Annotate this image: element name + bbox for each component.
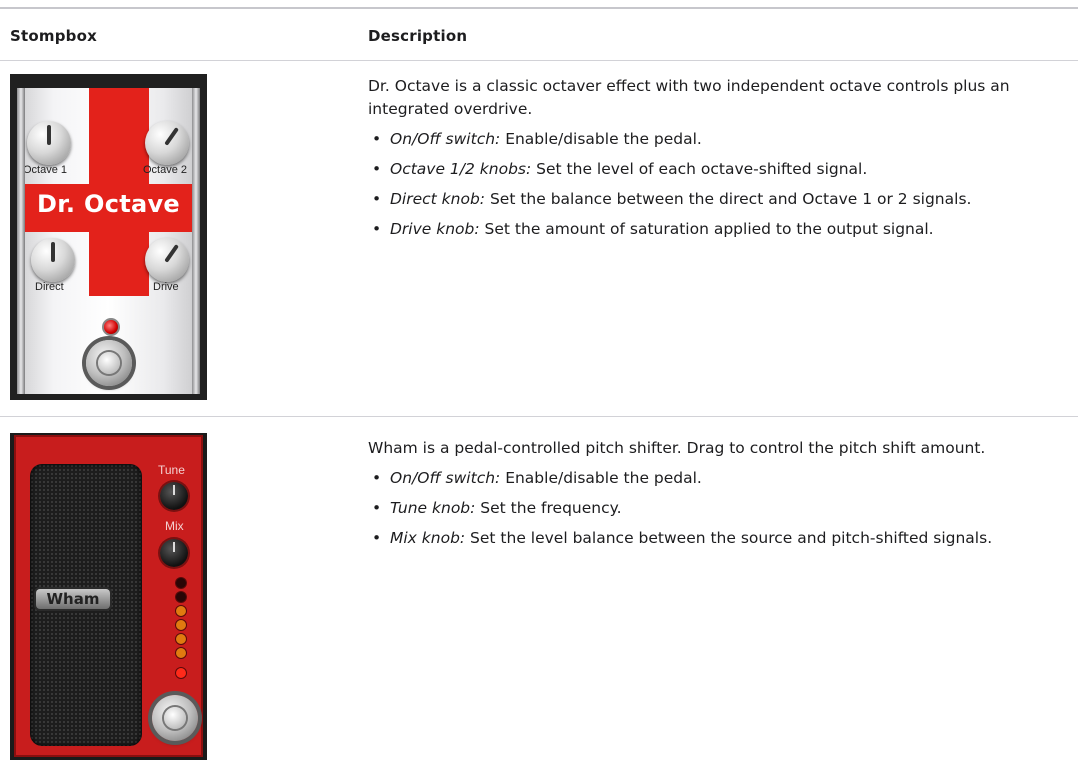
mix-knob-label: Mix [165, 519, 184, 533]
pedal-side-rail-left [17, 88, 25, 394]
wham-description: Wham is a pedal-controlled pitch shifter… [368, 437, 1058, 557]
pedal-side-rail-right [192, 88, 200, 394]
item-text: Set the balance between the direct and O… [485, 190, 972, 208]
dr-octave-description: Dr. Octave is a classic octaver effect w… [368, 75, 1058, 248]
dr-octave-feature-list: On/Off switch: Enable/disable the pedal.… [368, 128, 1058, 241]
item-term: Tune knob: [390, 499, 476, 517]
item-term: Direct knob: [390, 190, 486, 208]
list-item: Mix knob: Set the level balance between … [368, 527, 1058, 550]
level-led [176, 592, 186, 602]
wham-pedal-image: Wham Tune Mix [10, 433, 207, 760]
column-header-description: Description [368, 27, 468, 45]
mix-knob [160, 539, 188, 567]
dr-octave-pedal-title: Dr. Octave [36, 190, 181, 218]
direct-knob [31, 238, 75, 282]
level-led [176, 648, 186, 658]
list-item: Tune knob: Set the frequency. [368, 497, 1058, 520]
list-item: Drive knob: Set the amount of saturation… [368, 218, 1058, 241]
item-text: Enable/disable the pedal. [500, 469, 702, 487]
wham-intro: Wham is a pedal-controlled pitch shifter… [368, 439, 986, 457]
item-text: Enable/disable the pedal. [500, 130, 702, 148]
row-divider [0, 416, 1078, 417]
level-led [176, 606, 186, 616]
level-led [176, 578, 186, 588]
wham-badge: Wham [36, 589, 110, 609]
wham-pedal-body: Wham Tune Mix [14, 435, 203, 757]
power-led [102, 318, 120, 336]
list-item: Direct knob: Set the balance between the… [368, 188, 1058, 211]
dr-octave-intro: Dr. Octave is a classic octaver effect w… [368, 77, 1010, 118]
header-divider [0, 60, 1078, 61]
table-top-rule [0, 7, 1078, 9]
power-led [176, 668, 186, 678]
item-text: Set the level balance between the source… [465, 529, 993, 547]
item-term: Octave 1/2 knobs: [390, 160, 532, 178]
drive-knob [145, 238, 189, 282]
level-led [176, 620, 186, 630]
footswitch-icon [152, 695, 198, 741]
item-term: Drive knob: [390, 220, 480, 238]
octave2-knob-label: Octave 2 [143, 164, 188, 176]
item-text: Set the amount of saturation applied to … [479, 220, 934, 238]
tune-knob-label: Tune [158, 463, 185, 477]
drive-knob-label: Drive [153, 281, 179, 293]
dr-octave-pedal-body: Dr. Octave Octave 1 Octave 2 Direct Driv… [17, 88, 200, 394]
item-term: On/Off switch: [390, 130, 501, 148]
footswitch-icon [86, 340, 132, 386]
item-term: On/Off switch: [390, 469, 501, 487]
list-item: Octave 1/2 knobs: Set the level of each … [368, 158, 1058, 181]
item-text: Set the level of each octave-shifted sig… [531, 160, 868, 178]
octave2-knob [145, 121, 189, 165]
item-text: Set the frequency. [475, 499, 622, 517]
octave1-knob [27, 121, 71, 165]
direct-knob-label: Direct [35, 281, 64, 293]
wham-feature-list: On/Off switch: Enable/disable the pedal.… [368, 467, 1058, 550]
list-item: On/Off switch: Enable/disable the pedal. [368, 467, 1058, 490]
item-term: Mix knob: [390, 529, 466, 547]
octave1-knob-label: Octave 1 [23, 164, 68, 176]
tune-knob [160, 482, 188, 510]
list-item: On/Off switch: Enable/disable the pedal. [368, 128, 1058, 151]
level-led [176, 634, 186, 644]
column-header-stompbox: Stompbox [10, 27, 97, 45]
dr-octave-pedal-image: Dr. Octave Octave 1 Octave 2 Direct Driv… [10, 74, 207, 400]
